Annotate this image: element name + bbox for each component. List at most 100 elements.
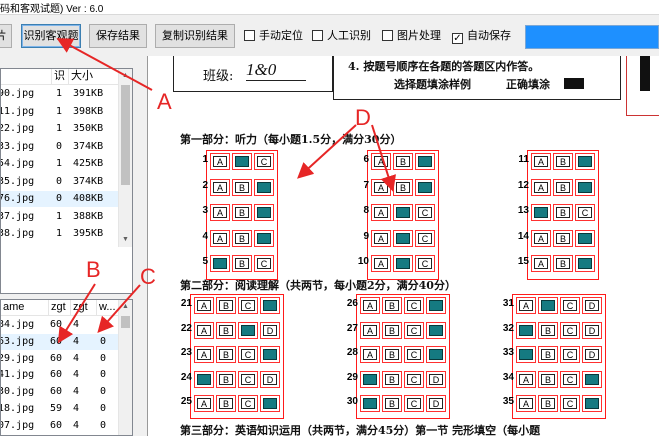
recognized-count: 1 [56, 105, 63, 117]
file-name: 35.jpg [0, 175, 35, 187]
scroll-thumb[interactable] [121, 85, 130, 185]
table-row[interactable]: 07.jpg 60 4 0 [1, 418, 119, 434]
bubble-letter: C [257, 156, 271, 167]
answer-bubble: A [371, 229, 391, 247]
question-row: 3ABC [194, 204, 294, 221]
scroll-down-icon[interactable]: ▼ [119, 233, 132, 247]
list-item[interactable]: 90.jpg 1 391KB [1, 86, 119, 102]
question-number: 32 [502, 322, 514, 334]
count: 4 [73, 335, 80, 347]
answer-bubble: D [260, 370, 280, 388]
question-row: 24ABCD [178, 370, 280, 388]
bubble-letter: B [541, 373, 555, 385]
table-row[interactable]: 84.jpg 60 4 0 [1, 317, 119, 333]
column-header-zgt1[interactable]: zgt [49, 300, 71, 316]
manual-recognize-checkbox[interactable]: 人工识别 [312, 28, 371, 44]
answer-bubble: C [575, 255, 595, 272]
answer-bubble: C [254, 204, 274, 221]
question-row: 11 ABC [515, 153, 615, 170]
table-row[interactable]: 30.jpg 60 4 0 [1, 384, 119, 400]
answer-bubble: C [404, 370, 424, 388]
auto-save-checkbox[interactable]: ✓ 自动保存 [452, 28, 511, 44]
table-row[interactable]: 29.jpg 60 4 0 [1, 351, 119, 367]
list-item[interactable]: 35.jpg 0 374KB [1, 174, 119, 190]
column-header-size[interactable]: 大小 [69, 69, 119, 85]
column-header-name[interactable] [1, 69, 52, 85]
answer-bubble: A [210, 178, 230, 196]
manual-locate-checkbox[interactable]: 手动定位 [244, 28, 303, 44]
question-row: 2ABC [194, 178, 294, 196]
table-row[interactable]: 18.jpg 59 4 0 [1, 401, 119, 417]
column-header-w[interactable]: w... [97, 300, 119, 316]
question-row: 27 ABCD [344, 321, 446, 339]
file-name: 38.jpg [0, 228, 35, 239]
table-row[interactable]: 63.jpg 60 4 0 [1, 333, 119, 350]
recognize-objective-button[interactable]: 识别客观题 [21, 24, 81, 48]
answer-bubble: D [260, 346, 280, 363]
column-header-zgt2[interactable]: zgt [71, 300, 97, 316]
bubble-letter: C [407, 324, 421, 336]
question-row: 1ABC [194, 153, 294, 170]
question-number: 34 [502, 371, 514, 383]
list-item[interactable]: 76.jpg 0 408KB [1, 191, 119, 207]
image-process-checkbox[interactable]: 图片处理 [382, 28, 441, 44]
auto-save-label: 自动保存 [467, 30, 511, 42]
question-number: 3 [202, 205, 208, 216]
answer-bubble: B [232, 178, 252, 196]
scroll-up-icon[interactable]: ▲ [119, 300, 132, 314]
cut-button[interactable]: 片 [0, 24, 12, 48]
bubble-letter: A [213, 181, 227, 193]
wrong-count: 0 [100, 369, 107, 381]
vertical-scrollbar[interactable]: ▲ ▼ [118, 69, 132, 247]
answer-sheet-view[interactable]: 班级: 1&0 4. 按题号顺序在各题的答题区内作答。 选择题填涂样例 正确填涂… [147, 56, 659, 436]
column-header-recognized[interactable]: 识 [52, 69, 69, 85]
fill-mark [520, 350, 532, 359]
fill-mark [236, 157, 248, 166]
question-row: 4ABC [194, 229, 294, 247]
bubble-letter: D [585, 349, 599, 360]
fill-mark [430, 350, 442, 359]
file-name: 90.jpg [0, 88, 35, 99]
result-list[interactable]: ame zgt zgt w... 84.jpg 60 4 0 63.jpg 60 4 0 29.… [0, 299, 133, 436]
column-header-name[interactable]: ame [1, 300, 49, 316]
answer-bubble: D [426, 370, 446, 388]
score: 59 [50, 403, 63, 414]
list-item[interactable]: 38.jpg 1 395KB [1, 226, 119, 242]
scroll-up-icon[interactable]: ▲ [119, 69, 132, 83]
answer-bubble: C [560, 297, 580, 314]
bubble-letter: B [541, 324, 555, 336]
fill-mark [579, 182, 591, 192]
question-row: 6ABC [355, 153, 455, 170]
list-item[interactable]: 54.jpg 1 425KB [1, 156, 119, 172]
list-item[interactable]: 37.jpg 1 388KB [1, 209, 119, 225]
answer-bubble: C [415, 178, 435, 196]
bubble-letter: B [556, 232, 570, 244]
bubble-letter: D [585, 324, 599, 336]
answer-bubble: C [404, 346, 424, 363]
recognized-count: 1 [56, 158, 63, 169]
file-size: 350KB [73, 123, 104, 134]
image-file-list[interactable]: 识 大小 90.jpg 1 391KB 11.jpg 1 398KB 22.jpg 1 350K… [0, 68, 133, 294]
barcode-mark [640, 56, 650, 91]
count: 4 [73, 403, 80, 414]
answer-bubble: C [560, 346, 580, 363]
wrong-count: 0 [100, 319, 107, 330]
answer-bubble: C [560, 321, 580, 339]
answer-bubble: A [210, 255, 230, 272]
checkbox-box [312, 30, 323, 41]
list-item[interactable]: 11.jpg 1 398KB [1, 104, 119, 120]
instruction-text: 4. 按题号顺序在各题的答题区内作答。 [348, 60, 540, 73]
save-results-button[interactable]: 保存结果 [89, 24, 147, 48]
scroll-thumb[interactable] [121, 316, 130, 328]
answer-bubble: A [371, 204, 391, 221]
table-row[interactable]: 41.jpg 60 4 0 [1, 367, 119, 383]
answer-bubble: B [553, 229, 573, 247]
progress-bar [525, 25, 659, 49]
list-item[interactable]: 33.jpg 0 374KB [1, 139, 119, 155]
answer-bubble: A [531, 153, 551, 170]
answer-bubble: B [553, 255, 573, 272]
list-item[interactable]: 22.jpg 1 350KB [1, 121, 119, 137]
file-size: 425KB [73, 158, 104, 169]
vertical-scrollbar[interactable]: ▲ [118, 300, 132, 435]
copy-results-button[interactable]: 复制识别结果 [155, 24, 235, 48]
